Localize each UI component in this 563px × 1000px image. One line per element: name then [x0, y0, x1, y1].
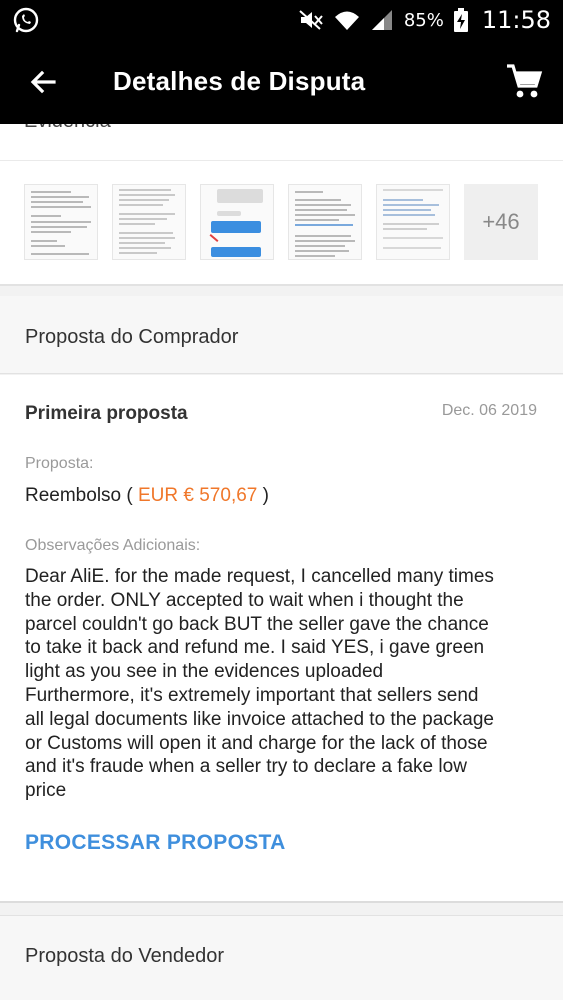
seller-proposal-label: Proposta do Vendedor	[25, 945, 225, 967]
proposal-card: Primeira proposta Dec. 06 2019 Proposta:…	[0, 375, 563, 903]
refund-suffix: )	[262, 485, 269, 506]
notes-line: or Customs will open it and charge for t…	[25, 732, 488, 754]
buyer-proposal-label: Proposta do Comprador	[25, 326, 239, 348]
app-bar: Detalhes de Disputa	[0, 40, 563, 124]
notes-line: to take it back and refund me. I said YE…	[25, 637, 485, 659]
status-bar: 85% 11:58	[0, 0, 563, 40]
notes-line: all legal documents like invoice attache…	[25, 708, 494, 730]
notes-line: light as you see in the evidences upload…	[25, 661, 384, 683]
proposal-title: Primeira proposta	[25, 403, 188, 424]
refund-prefix: Reembolso (	[25, 485, 133, 506]
notes-line: Dear AliE. for the made request, I cance…	[25, 566, 494, 587]
refund-amount: EUR € 570,67	[138, 485, 258, 506]
divider	[0, 160, 563, 161]
notes-line: Furthermore, it's extremely important th…	[25, 684, 479, 706]
notes-text: Dear AliE. for the made request, I cance…	[25, 565, 545, 803]
proposal-date: Dec. 06 2019	[441, 402, 537, 419]
seller-proposal-header: Proposta do Vendedor	[0, 915, 563, 1000]
shopping-cart-icon[interactable]	[505, 62, 543, 100]
evidence-thumbnail[interactable]	[200, 184, 274, 260]
mute-icon	[299, 10, 323, 30]
evidence-title: Evidência	[24, 124, 111, 133]
battery-percent: 85%	[403, 9, 444, 31]
battery-charging-icon	[453, 8, 468, 32]
whatsapp-icon	[13, 7, 39, 33]
evidence-thumbnails: +46	[24, 184, 538, 260]
refund-value: Reembolso ( EUR € 570,67 )	[25, 485, 269, 507]
notes-line: the order. ONLY accepted to wait when i …	[25, 589, 464, 611]
evidence-thumbnail[interactable]	[288, 184, 362, 260]
notes-line: and it's fraude when a seller try to dec…	[25, 756, 467, 778]
evidence-thumbnail[interactable]	[112, 184, 186, 260]
notes-line: parcel couldn't go back BUT the seller g…	[25, 613, 489, 635]
evidence-thumbnail[interactable]	[376, 184, 450, 260]
signal-icon	[371, 10, 392, 30]
wifi-icon	[334, 11, 359, 30]
clock: 11:58	[481, 6, 551, 34]
notes-line: price	[25, 780, 67, 802]
page-title: Detalhes de Disputa	[113, 66, 366, 96]
evidence-thumbnail[interactable]	[24, 184, 98, 260]
process-proposal-button[interactable]: PROCESSAR PROPOSTA	[25, 831, 286, 855]
notes-label: Observações Adicionais:	[25, 537, 201, 554]
evidence-card: Evidência	[0, 124, 563, 286]
proposal-label: Proposta:	[25, 455, 94, 472]
arrow-left-icon[interactable]	[28, 66, 60, 98]
buyer-proposal-header: Proposta do Comprador	[0, 296, 563, 374]
more-evidence-button[interactable]: +46	[464, 184, 538, 260]
